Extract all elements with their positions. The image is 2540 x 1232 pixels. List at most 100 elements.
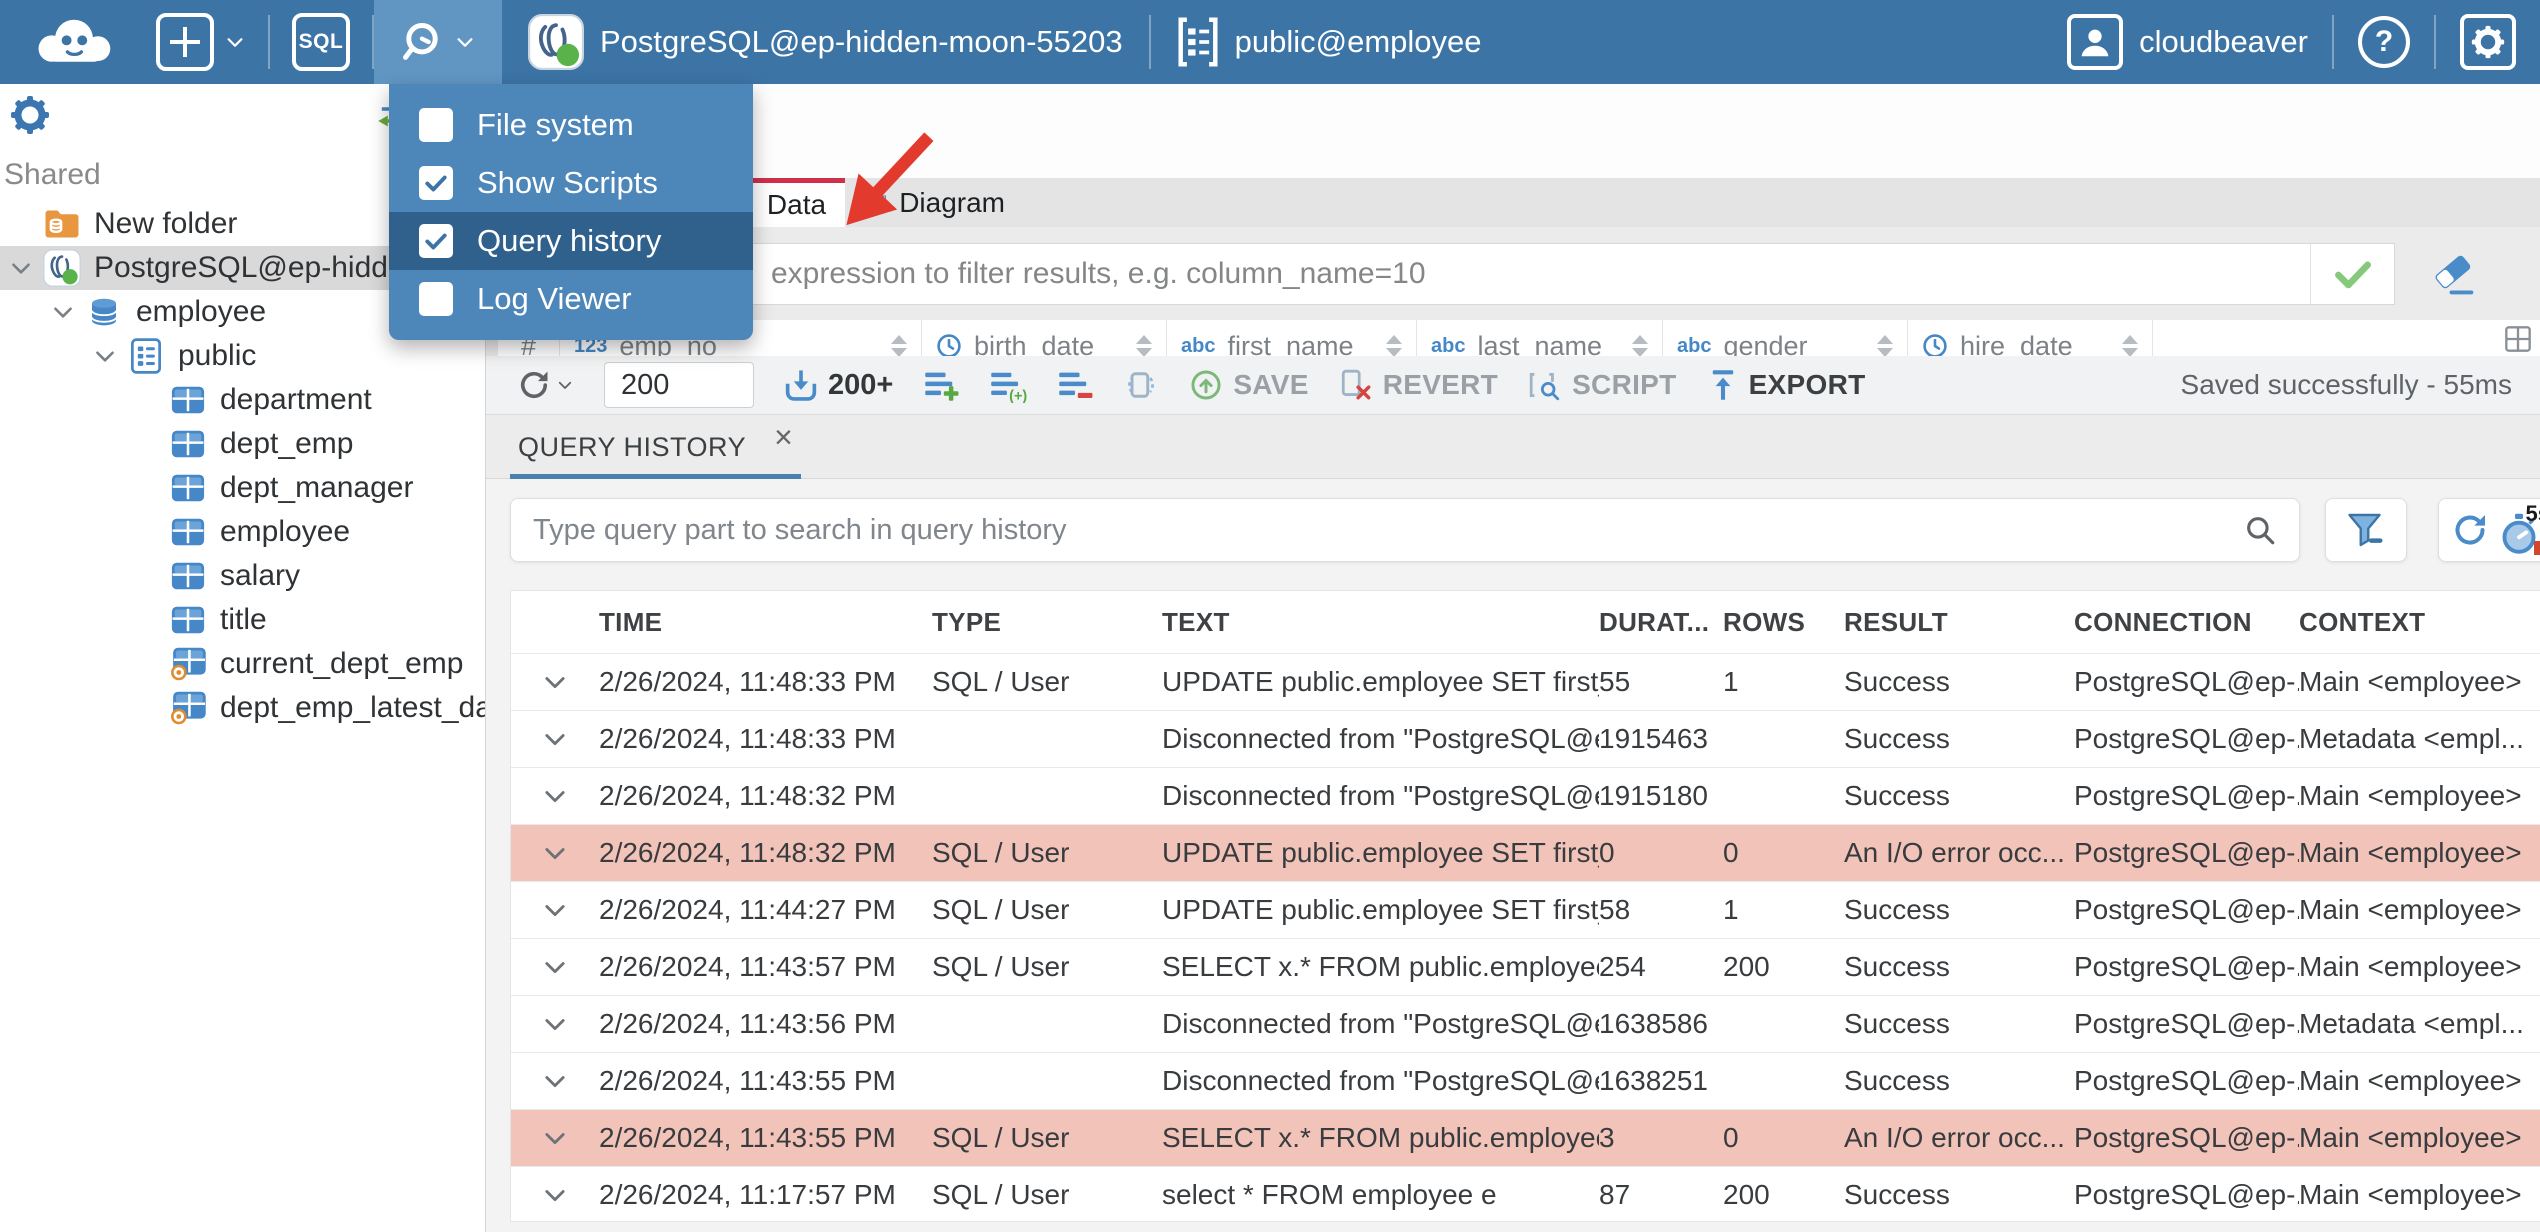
tree-item[interactable]: title bbox=[0, 598, 485, 642]
chevron-down-icon[interactable] bbox=[50, 299, 76, 325]
save-button[interactable]: SAVE bbox=[1189, 368, 1308, 402]
expand-row-icon[interactable] bbox=[511, 1181, 599, 1209]
sort-arrows-icon[interactable] bbox=[2122, 335, 2138, 356]
search-input[interactable] bbox=[511, 513, 2243, 547]
filter-input-field[interactable] bbox=[499, 244, 2310, 304]
tree-item[interactable]: department bbox=[0, 378, 485, 422]
expand-row-icon[interactable] bbox=[511, 953, 599, 981]
close-icon[interactable]: × bbox=[774, 419, 793, 456]
gear-icon bbox=[2460, 14, 2516, 70]
tree-item[interactable]: dept_manager bbox=[0, 466, 485, 510]
sort-arrows-icon[interactable] bbox=[1386, 335, 1402, 356]
tree-item[interactable]: dept_emp_latest_date bbox=[0, 686, 485, 730]
tab-query-history[interactable]: QUERY HISTORY × bbox=[510, 415, 802, 479]
history-row[interactable]: 2/26/2024, 11:43:57 PM SQL / User SELECT… bbox=[511, 938, 2540, 995]
menu-item[interactable]: Show Scripts bbox=[389, 154, 753, 212]
query-history-search[interactable] bbox=[510, 498, 2300, 562]
checkbox[interactable] bbox=[419, 108, 453, 142]
sort-arrows-icon[interactable] bbox=[1136, 335, 1152, 356]
checkbox[interactable] bbox=[419, 282, 453, 316]
refresh-document-button[interactable] bbox=[1123, 367, 1159, 403]
sql-editor-button[interactable]: SQL bbox=[270, 0, 372, 84]
add-rows-button[interactable]: (+) bbox=[989, 367, 1027, 403]
cell-result: Success bbox=[1844, 951, 1950, 982]
new-connection-button[interactable] bbox=[134, 0, 268, 84]
refresh-button[interactable] bbox=[516, 367, 574, 403]
grid-column-header[interactable]: 123 abc birth_date bbox=[922, 320, 1167, 356]
view-icon bbox=[169, 647, 207, 681]
tree-item-icon bbox=[168, 690, 208, 726]
chevron-down-icon[interactable] bbox=[8, 255, 34, 281]
auto-refresh-control[interactable]: 5s bbox=[2438, 498, 2540, 562]
menu-item[interactable]: File system bbox=[389, 96, 753, 154]
user-menu[interactable]: cloudbeaver bbox=[2043, 14, 2332, 70]
refresh-icon[interactable] bbox=[2450, 510, 2490, 550]
add-row-button[interactable] bbox=[923, 367, 959, 403]
checkbox[interactable] bbox=[419, 166, 453, 200]
apply-filter-button[interactable] bbox=[2310, 244, 2394, 304]
menu-item[interactable]: Query history bbox=[389, 212, 753, 270]
column-header[interactable]: TYPE bbox=[932, 607, 1162, 638]
menu-item[interactable]: Log Viewer bbox=[389, 270, 753, 328]
grid-column-header[interactable]: 123 abc first_name bbox=[1167, 320, 1417, 356]
expand-row-icon[interactable] bbox=[511, 1067, 599, 1095]
expand-row-icon[interactable] bbox=[511, 839, 599, 867]
history-row[interactable]: 2/26/2024, 11:48:33 PM SQL / User UPDATE… bbox=[511, 653, 2540, 710]
connection-selector[interactable]: PostgreSQL@ep-hidden-moon-55203 bbox=[502, 0, 1149, 84]
cloudbeaver-logo[interactable] bbox=[14, 6, 134, 78]
column-header[interactable]: ROWS bbox=[1723, 607, 1844, 638]
history-row[interactable]: 2/26/2024, 11:43:55 PM Disconnected from… bbox=[511, 1052, 2540, 1109]
tree-item[interactable]: dept_emp bbox=[0, 422, 485, 466]
expand-row-icon[interactable] bbox=[511, 725, 599, 753]
column-header[interactable]: TIME bbox=[599, 607, 932, 638]
sort-arrows-icon[interactable] bbox=[1632, 335, 1648, 356]
revert-button[interactable]: REVERT bbox=[1339, 368, 1498, 402]
fetch-more-button[interactable]: 200+ bbox=[784, 368, 893, 402]
clear-filter-icon[interactable] bbox=[2429, 251, 2477, 297]
sidebar-settings-icon[interactable] bbox=[10, 95, 50, 135]
filter-expression-input[interactable] bbox=[498, 243, 2395, 305]
column-header[interactable]: CONTEXT bbox=[2299, 607, 2540, 638]
tree-item[interactable]: public bbox=[0, 334, 485, 378]
history-row[interactable]: 2/26/2024, 11:48:33 PM Disconnected from… bbox=[511, 710, 2540, 767]
expand-row-icon[interactable] bbox=[511, 896, 599, 924]
grid-settings-icon[interactable] bbox=[2504, 325, 2532, 353]
column-header[interactable]: CONNECTION bbox=[2074, 607, 2299, 638]
export-button[interactable]: EXPORT bbox=[1707, 368, 1866, 402]
grid-column-header[interactable]: 123 abc last_name bbox=[1417, 320, 1663, 356]
column-header[interactable]: DURAT... bbox=[1599, 607, 1723, 638]
settings-button[interactable] bbox=[2436, 14, 2540, 70]
tree-item[interactable]: employee bbox=[0, 510, 485, 554]
column-header[interactable]: TEXT bbox=[1162, 607, 1599, 638]
cell-rows: 200 bbox=[1723, 1179, 1770, 1210]
history-row[interactable]: 2/26/2024, 11:43:56 PM Disconnected from… bbox=[511, 995, 2540, 1052]
row-limit-input[interactable] bbox=[604, 362, 754, 408]
schema-selector[interactable]: public@employee bbox=[1151, 0, 1508, 84]
expand-row-icon[interactable] bbox=[511, 782, 599, 810]
history-row[interactable]: 2/26/2024, 11:48:32 PM SQL / User UPDATE… bbox=[511, 824, 2540, 881]
expand-row-icon[interactable] bbox=[511, 1010, 599, 1038]
history-row[interactable]: 2/26/2024, 11:44:27 PM SQL / User UPDATE… bbox=[511, 881, 2540, 938]
expand-row-icon[interactable] bbox=[511, 1124, 599, 1152]
help-button[interactable]: ? bbox=[2334, 16, 2434, 68]
cell-text: Disconnected from "PostgreSQL@e... bbox=[1162, 1008, 1599, 1039]
expand-row-icon[interactable] bbox=[511, 668, 599, 696]
sort-arrows-icon[interactable] bbox=[891, 335, 907, 356]
grid-column-header[interactable]: 123 abc hire_date bbox=[1908, 320, 2153, 356]
script-button[interactable]: SCRIPT bbox=[1528, 368, 1676, 402]
chevron-down-icon[interactable] bbox=[92, 343, 118, 369]
tree-item[interactable]: current_dept_emp bbox=[0, 642, 485, 686]
history-row[interactable]: 2/26/2024, 11:48:32 PM Disconnected from… bbox=[511, 767, 2540, 824]
column-header[interactable]: RESULT bbox=[1844, 607, 2074, 638]
sort-arrows-icon[interactable] bbox=[1877, 335, 1893, 356]
tools-menu-button[interactable] bbox=[374, 0, 502, 84]
history-filter-button[interactable] bbox=[2325, 498, 2407, 562]
checkbox[interactable] bbox=[419, 224, 453, 258]
grid-column-header[interactable]: 123 abc gender bbox=[1663, 320, 1908, 356]
delete-row-button[interactable] bbox=[1057, 367, 1093, 403]
tree-item[interactable]: salary bbox=[0, 554, 485, 598]
history-row[interactable]: 2/26/2024, 11:43:55 PM SQL / User SELECT… bbox=[511, 1109, 2540, 1166]
auto-refresh-timer-icon[interactable]: 5s bbox=[2498, 501, 2540, 555]
tree-item-label: title bbox=[220, 603, 267, 636]
history-row[interactable]: 2/26/2024, 11:17:57 PM SQL / User select… bbox=[511, 1166, 2540, 1221]
